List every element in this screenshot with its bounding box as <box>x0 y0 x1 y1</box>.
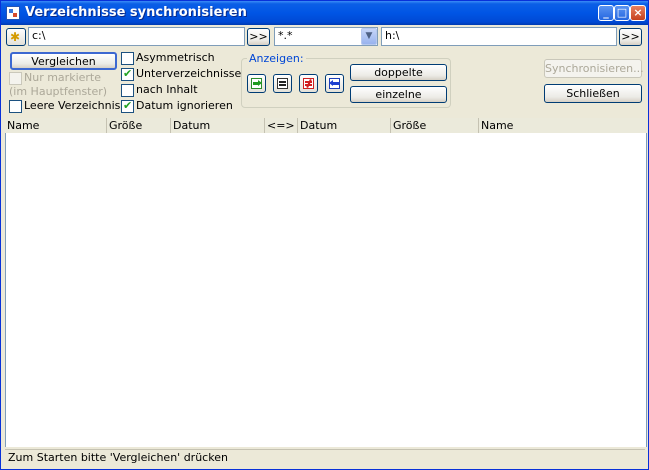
col-header-compare[interactable]: <=> <box>265 118 298 133</box>
maximize-button[interactable]: □ <box>614 5 630 21</box>
close-button[interactable]: Schließen <box>544 84 642 103</box>
marked-only-checkbox[interactable] <box>9 72 22 85</box>
show-different-button[interactable] <box>299 74 318 93</box>
marked-only-label: Nur markierte <box>24 71 101 84</box>
sync-dirs-window: Verzeichnisse synchronisieren _ □ × ✱ c:… <box>0 0 649 470</box>
ignore-date-checkbox[interactable] <box>121 99 134 113</box>
by-content-checkbox[interactable] <box>121 84 134 97</box>
asymmetric-checkbox[interactable] <box>121 52 134 65</box>
col-header-right-size[interactable]: Größe <box>391 118 479 133</box>
arrow-right-icon <box>251 78 262 89</box>
in-main-window-label: (im Hauptfenster) <box>9 85 108 98</box>
file-mask-value: *.* <box>278 29 293 42</box>
app-icon <box>6 6 20 20</box>
minimize-button[interactable]: _ <box>598 5 614 21</box>
left-browse-button[interactable]: >> <box>247 28 270 46</box>
show-group-title: Anzeigen: <box>247 52 306 65</box>
show-left-newer-button[interactable] <box>247 74 266 93</box>
favorites-button[interactable]: ✱ <box>6 28 26 46</box>
empty-dirs-checkbox[interactable] <box>9 100 22 113</box>
subdirs-checkbox[interactable] <box>121 67 134 81</box>
singles-button[interactable]: einzelne <box>350 86 447 103</box>
title-bar[interactable]: Verzeichnisse synchronisieren _ □ × <box>1 1 648 25</box>
duplicates-button[interactable]: doppelte <box>350 64 447 81</box>
star-icon: ✱ <box>10 30 21 44</box>
not-equal-icon <box>303 78 314 89</box>
left-path-input[interactable]: c:\ <box>28 27 245 46</box>
col-header-left-date[interactable]: Datum <box>171 118 265 133</box>
synchronize-button[interactable]: Synchronisieren... <box>544 59 644 78</box>
comparison-list[interactable] <box>5 133 647 447</box>
window-title: Verzeichnisse synchronisieren <box>25 5 247 20</box>
ignore-date-label: Datum ignorieren <box>136 99 233 112</box>
show-right-newer-button[interactable] <box>325 74 344 93</box>
col-header-left-name[interactable]: Name <box>5 118 107 133</box>
chevron-down-icon[interactable]: ▼ <box>361 28 377 45</box>
column-headers: Name Größe Datum <=> Datum Größe Name <box>5 118 645 134</box>
right-browse-button[interactable]: >> <box>619 28 642 46</box>
col-header-right-name[interactable]: Name <box>479 118 645 133</box>
empty-dirs-label: Leere Verzeichnisse <box>24 99 133 112</box>
equals-icon <box>277 78 288 89</box>
close-window-button[interactable]: × <box>630 5 646 21</box>
subdirs-label: Unterverzeichnisse <box>136 67 242 80</box>
col-header-right-date[interactable]: Datum <box>298 118 391 133</box>
show-equal-button[interactable] <box>273 74 292 93</box>
compare-button[interactable]: Vergleichen <box>10 52 117 70</box>
col-header-left-size[interactable]: Größe <box>107 118 171 133</box>
by-content-label: nach Inhalt <box>136 83 198 96</box>
arrow-left-icon <box>329 78 340 89</box>
right-path-input[interactable]: h:\ <box>381 27 617 46</box>
status-bar: Zum Starten bitte 'Vergleichen' drücken <box>5 449 645 465</box>
asymmetric-label: Asymmetrisch <box>136 51 215 64</box>
